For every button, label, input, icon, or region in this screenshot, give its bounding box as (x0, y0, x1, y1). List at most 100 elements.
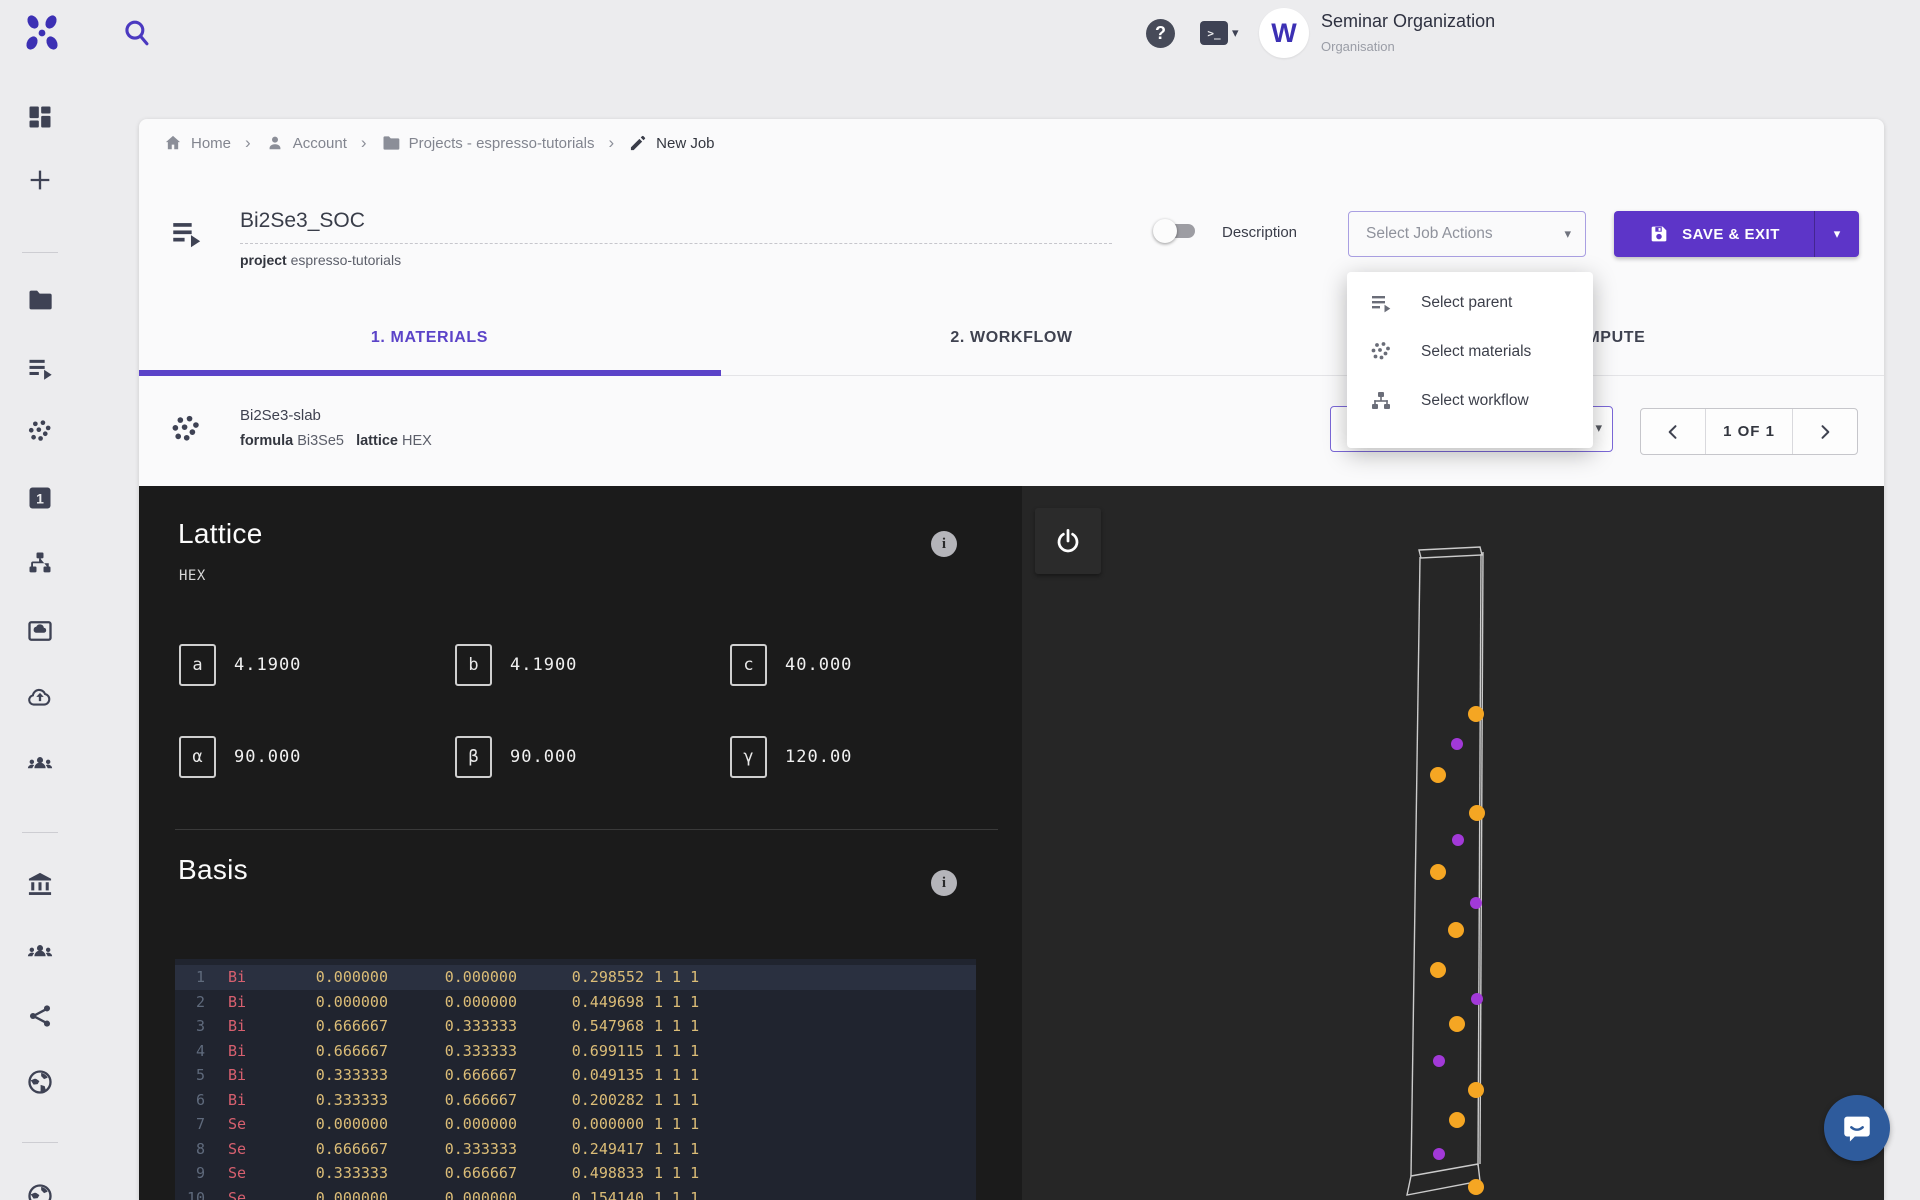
lattice-param-beta[interactable]: β 90.000 (455, 736, 577, 778)
share-icon[interactable] (26, 1002, 54, 1030)
material-name[interactable]: Bi2Se3-slab (240, 407, 321, 424)
project-value: espresso-tutorials (291, 252, 402, 268)
job-actions-menu: Select parent Select materials (1347, 272, 1593, 448)
folder-icon (381, 133, 401, 153)
org-name[interactable]: Seminar Organization (1321, 11, 1495, 32)
chat-bubble-icon (1840, 1111, 1874, 1145)
atom (1430, 864, 1446, 880)
breadcrumb-label: Home (191, 135, 231, 152)
basis-title: Basis (178, 854, 248, 886)
chevron-right-icon: › (608, 133, 614, 153)
breadcrumb-home[interactable]: Home (163, 133, 231, 153)
one-badge-icon[interactable]: 1 (26, 484, 54, 512)
structure-canvas[interactable] (1022, 486, 1884, 1200)
pencil-icon (628, 133, 648, 153)
job-actions-placeholder: Select Job Actions (1366, 225, 1564, 243)
material-icon (169, 413, 203, 447)
cloud-upload-icon[interactable] (26, 683, 54, 711)
search-icon[interactable] (120, 16, 154, 50)
param-label: b (455, 644, 492, 686)
app-root: ? >_ ▾ W Seminar Organization Organisati… (0, 0, 1920, 1200)
param-label: β (455, 736, 492, 778)
lattice-param-b[interactable]: b 4.1900 (455, 644, 577, 686)
menu-item-select-workflow[interactable]: Select workflow (1347, 376, 1593, 425)
globe-icon[interactable] (26, 1182, 54, 1200)
app-logo-icon[interactable] (22, 12, 62, 54)
basis-row: 10Se0.0000000.0000000.1541401 1 1 (175, 1186, 976, 1200)
power-button[interactable] (1035, 508, 1101, 574)
formula-value: Bi3Se5 (297, 433, 344, 449)
breadcrumb-label: Projects - espresso-tutorials (409, 135, 595, 152)
lattice-type: HEX (179, 568, 206, 584)
menu-item-select-materials[interactable]: Select materials (1347, 327, 1593, 376)
add-icon[interactable] (26, 166, 54, 194)
menu-item-label: Select parent (1421, 294, 1512, 312)
main-card: Home › Account › Projects - espresso-tut… (139, 119, 1884, 1200)
param-label: a (179, 644, 216, 686)
dashboard-icon[interactable] (26, 103, 54, 131)
materials-dots-icon (1369, 340, 1393, 364)
atom (1433, 1055, 1445, 1067)
projects-folder-icon[interactable] (26, 286, 54, 314)
description-toggle[interactable] (1155, 222, 1197, 240)
job-actions-select[interactable]: Select Job Actions ▾ (1348, 211, 1586, 257)
material-pagination: 1 OF 1 (1640, 408, 1858, 455)
bank-icon[interactable] (26, 870, 54, 898)
atom (1468, 1179, 1484, 1195)
materials-icon[interactable] (26, 418, 54, 446)
atom (1448, 922, 1464, 938)
home-icon (163, 133, 183, 153)
save-exit-button[interactable]: SAVE & EXIT ▾ (1614, 211, 1859, 257)
breadcrumb-new-job: New Job (628, 133, 714, 153)
chat-button[interactable] (1824, 1095, 1890, 1161)
breadcrumb-account[interactable]: Account (265, 133, 347, 153)
unit-cell-wireframe (1022, 486, 1884, 1200)
images-icon[interactable] (26, 617, 54, 645)
web-icon[interactable] (26, 1068, 54, 1096)
atom (1452, 834, 1464, 846)
atom (1471, 993, 1483, 1005)
basis-row: 3Bi0.6666670.3333330.5479681 1 1 (175, 1014, 976, 1039)
team-icon[interactable] (26, 749, 54, 777)
param-value: 4.1900 (510, 655, 577, 675)
param-value: 120.00 (785, 747, 852, 767)
material-editor-panel: Lattice i HEX a 4.1900 b 4.1900 c 40.000… (139, 486, 1022, 1200)
param-value: 90.000 (510, 747, 577, 767)
workflows-icon[interactable] (26, 549, 54, 577)
atom (1469, 805, 1485, 821)
lattice-param-gamma[interactable]: γ 120.00 (730, 736, 852, 778)
lattice-info-icon[interactable]: i (931, 531, 957, 557)
tab-workflow[interactable]: 2. WORKFLOW (721, 300, 1302, 376)
breadcrumb-project[interactable]: Projects - espresso-tutorials (381, 133, 595, 153)
basis-editor[interactable]: 1Bi0.0000000.0000000.2985521 1 12Bi0.000… (175, 959, 976, 1200)
basis-row: 1Bi0.0000000.0000000.2985521 1 1 (175, 965, 976, 990)
chevron-right-icon: › (361, 133, 367, 153)
save-menu-caret[interactable]: ▾ (1815, 211, 1859, 257)
breadcrumb-label: Account (293, 135, 347, 152)
basis-row: 9Se0.3333330.6666670.4988331 1 1 (175, 1161, 976, 1186)
lattice-param-a[interactable]: a 4.1900 (179, 644, 301, 686)
save-icon (1648, 223, 1670, 245)
job-title-input[interactable]: Bi2Se3_SOC (240, 209, 365, 233)
tab-materials[interactable]: 1. MATERIALS (139, 300, 720, 376)
material-meta: formula Bi3Se5 lattice HEX (240, 433, 432, 449)
menu-item-select-parent[interactable]: Select parent (1347, 278, 1593, 327)
param-label: c (730, 644, 767, 686)
prev-page-button[interactable] (1641, 409, 1705, 454)
breadcrumb: Home › Account › Projects - espresso-tut… (139, 119, 1884, 167)
svg-text:1: 1 (36, 490, 44, 506)
lattice-param-c[interactable]: c 40.000 (730, 644, 852, 686)
jobs-icon[interactable] (26, 354, 54, 382)
toggle-thumb (1153, 219, 1177, 243)
atom (1470, 897, 1482, 909)
basis-info-icon[interactable]: i (931, 870, 957, 896)
param-label: α (179, 736, 216, 778)
atom (1430, 962, 1446, 978)
console-menu-button[interactable]: >_ ▾ (1200, 21, 1239, 45)
next-page-button[interactable] (1793, 409, 1857, 454)
person-icon (265, 133, 285, 153)
organization-members-icon[interactable] (26, 937, 54, 965)
avatar[interactable]: W (1259, 8, 1309, 58)
help-icon[interactable]: ? (1146, 19, 1175, 48)
lattice-param-alpha[interactable]: α 90.000 (179, 736, 301, 778)
